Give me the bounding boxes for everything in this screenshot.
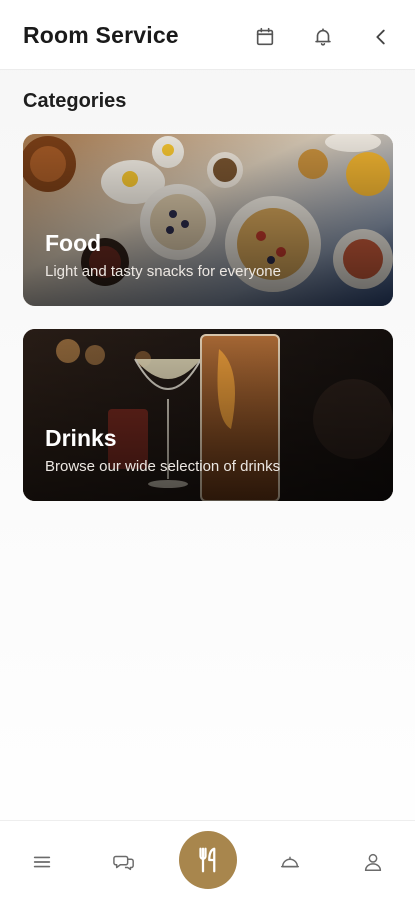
calendar-button[interactable] bbox=[250, 22, 280, 52]
app-header: Room Service bbox=[0, 0, 415, 70]
bell-icon bbox=[315, 28, 331, 46]
nav-profile-button[interactable] bbox=[356, 845, 390, 879]
bottom-navigation bbox=[0, 820, 415, 900]
drinks-card-subtitle: Browse our wide selection of drinks bbox=[45, 458, 281, 475]
category-card-food[interactable]: Food Light and tasty snacks for everyone bbox=[23, 134, 393, 306]
calendar-icon bbox=[256, 27, 274, 46]
food-card-overlay bbox=[23, 134, 393, 306]
drinks-card-title: Drinks bbox=[45, 425, 117, 451]
food-card-subtitle: Light and tasty snacks for everyone bbox=[45, 263, 281, 280]
menu-icon bbox=[33, 856, 51, 868]
drinks-card-overlay bbox=[23, 329, 393, 501]
category-card-drinks[interactable]: Drinks Browse our wide selection of drin… bbox=[23, 329, 393, 501]
cutlery-icon bbox=[199, 847, 216, 873]
nav-menu-button[interactable] bbox=[25, 845, 59, 879]
chat-icon bbox=[113, 855, 134, 871]
nav-room-service-button[interactable] bbox=[179, 831, 237, 889]
user-icon bbox=[364, 853, 382, 871]
service-bell-icon bbox=[281, 856, 299, 868]
nav-concierge-button[interactable] bbox=[273, 845, 307, 879]
notifications-button[interactable] bbox=[308, 22, 338, 52]
back-chevron-icon bbox=[376, 29, 385, 45]
back-button[interactable] bbox=[366, 22, 396, 52]
nav-chat-button[interactable] bbox=[107, 845, 141, 879]
food-card-title: Food bbox=[45, 230, 102, 256]
categories-heading: Categories bbox=[23, 90, 127, 112]
page-title: Room Service bbox=[23, 22, 179, 48]
